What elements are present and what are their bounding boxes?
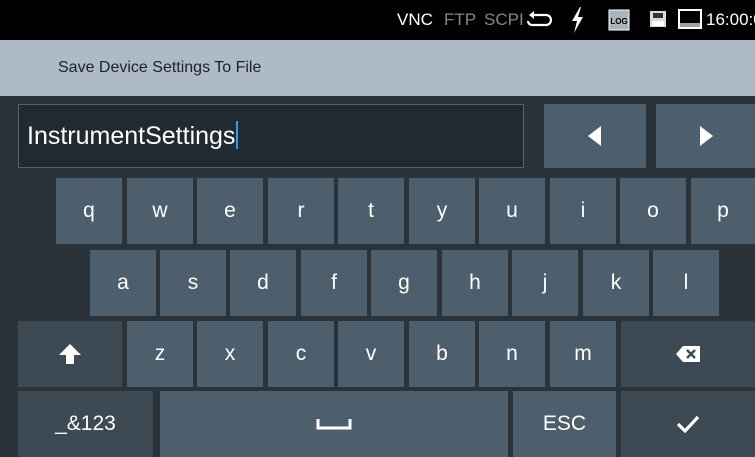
key-s[interactable]: s [160, 250, 226, 316]
key-n[interactable]: n [479, 321, 545, 387]
confirm-key[interactable] [621, 391, 755, 457]
key-f[interactable]: f [301, 250, 367, 316]
key-b[interactable]: b [409, 321, 475, 387]
space-icon [316, 418, 352, 430]
key-v[interactable]: v [338, 321, 404, 387]
cursor-right-button[interactable] [656, 104, 755, 168]
key-g[interactable]: g [371, 250, 437, 316]
key-t[interactable]: t [338, 178, 404, 244]
key-m[interactable]: m [550, 321, 616, 387]
text-caret [236, 121, 239, 149]
log-icon-label: LOG [610, 17, 627, 26]
clock: 16:00:07 [706, 10, 755, 29]
vnc-indicator: VNC [397, 10, 433, 29]
arrow-right-icon [697, 125, 715, 147]
key-a[interactable]: a [90, 250, 156, 316]
scpi-indicator: SCPI [484, 10, 524, 29]
key-r[interactable]: r [268, 178, 334, 244]
key-u[interactable]: u [479, 178, 545, 244]
ftp-indicator: FTP [444, 10, 477, 29]
filename-input-value: InstrumentSettings [27, 122, 236, 150]
lightning-icon [570, 7, 584, 38]
key-o[interactable]: o [620, 178, 686, 244]
key-e[interactable]: e [197, 178, 263, 244]
key-w[interactable]: w [127, 178, 193, 244]
key-d[interactable]: d [230, 250, 296, 316]
sync-icon [526, 10, 553, 35]
key-l[interactable]: l [653, 250, 719, 316]
key-i[interactable]: i [550, 178, 616, 244]
key-x[interactable]: x [197, 321, 263, 387]
key-z[interactable]: z [127, 321, 193, 387]
storage-icon [649, 10, 667, 33]
key-c[interactable]: c [268, 321, 334, 387]
status-bar: VNC FTP SCPI LOG 16:00:07 [0, 0, 755, 40]
key-j[interactable]: j [512, 250, 578, 316]
key-k[interactable]: k [583, 250, 649, 316]
display-icon [677, 8, 703, 35]
log-icon: LOG [608, 9, 630, 36]
key-p[interactable]: p [691, 178, 755, 244]
space-key[interactable] [160, 391, 508, 457]
cursor-left-button[interactable] [544, 104, 646, 168]
dialog-title-bar: Save Device Settings To File [0, 40, 755, 96]
check-icon [676, 414, 700, 434]
filename-input[interactable]: InstrumentSettings [18, 104, 524, 168]
dialog-title: Save Device Settings To File [58, 59, 262, 76]
arrow-left-icon [586, 125, 604, 147]
shift-icon [58, 343, 82, 365]
key-y[interactable]: y [409, 178, 475, 244]
key-h[interactable]: h [442, 250, 508, 316]
shift-key[interactable] [18, 321, 122, 387]
backspace-key[interactable] [621, 321, 755, 387]
esc-key[interactable]: ESC [513, 391, 616, 457]
backspace-icon [675, 345, 701, 363]
symbols-key[interactable]: _&123 [18, 391, 153, 457]
key-q[interactable]: q [56, 178, 122, 244]
